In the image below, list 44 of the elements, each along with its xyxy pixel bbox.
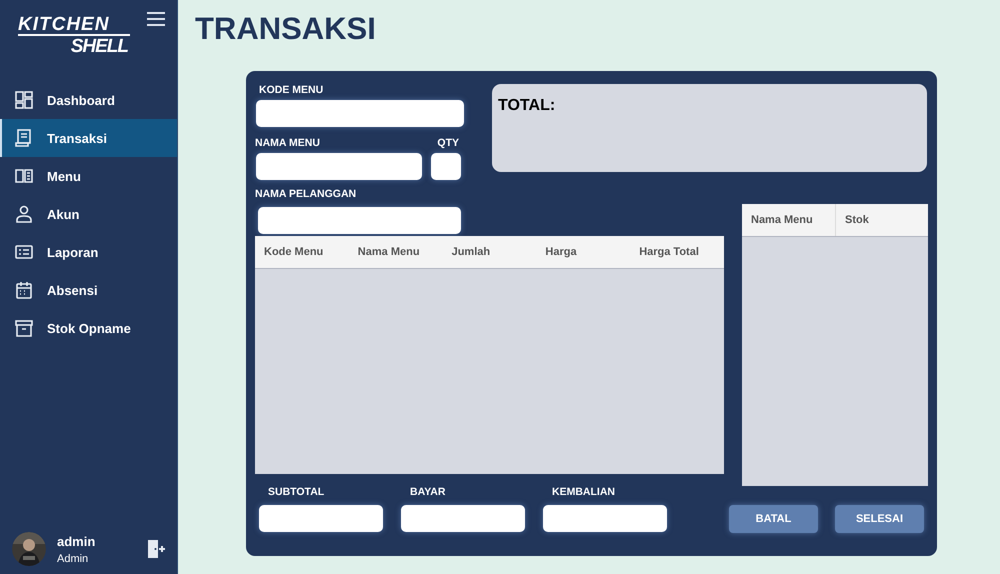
user-name: admin xyxy=(57,534,96,548)
nav-item[interactable]: Dashboard xyxy=(0,81,177,119)
nav-item[interactable]: Laporan xyxy=(0,233,177,271)
summary-field[interactable] xyxy=(543,505,667,532)
column-header: Nama Menu xyxy=(742,204,836,236)
action-button[interactable]: BATAL xyxy=(729,505,818,533)
nama-menu-field[interactable] xyxy=(256,153,422,180)
field-label: QTY xyxy=(437,137,459,150)
menu-icon[interactable] xyxy=(147,12,165,26)
column-header: Kode Menu xyxy=(263,246,324,258)
report-icon xyxy=(15,243,33,261)
logout-icon[interactable] xyxy=(147,539,165,559)
action-button[interactable]: SELESAI xyxy=(835,505,924,533)
nav-item[interactable]: Transaksi xyxy=(0,119,177,157)
page-title: TRANSAKSI xyxy=(195,12,377,46)
user-icon xyxy=(15,205,33,223)
field-label: KEMBALIAN xyxy=(552,486,616,499)
user-role: Admin xyxy=(57,552,90,564)
book-icon xyxy=(15,167,33,185)
field-label: BAYAR xyxy=(410,486,446,499)
kode-menu-field[interactable] xyxy=(256,100,464,127)
column-header: Harga xyxy=(544,246,578,258)
column-header: Jumlah xyxy=(450,246,492,258)
field-label: NAMA PELANGGAN xyxy=(255,188,358,201)
column-header: Nama Menu xyxy=(356,246,421,258)
column-header: Harga Total xyxy=(638,246,700,258)
nav-item[interactable]: Menu xyxy=(0,157,177,195)
nav-item[interactable]: Akun xyxy=(0,195,177,233)
qty-field[interactable] xyxy=(431,153,461,180)
logo: KITCHEN SHELL xyxy=(18,16,130,59)
dashboard-icon xyxy=(15,91,33,109)
summary-field[interactable] xyxy=(401,505,525,532)
archive-icon xyxy=(15,319,33,337)
column-header: Stok xyxy=(844,213,870,228)
nav-item[interactable]: Stok Opname xyxy=(0,309,177,347)
calendar-icon xyxy=(15,281,33,299)
nav-item[interactable]: Absensi xyxy=(0,271,177,309)
field-label: SUBTOTAL xyxy=(268,486,326,499)
field-label: KODE MENU xyxy=(259,84,324,97)
total-label: TOTAL: xyxy=(498,97,556,114)
nama-pelanggan-field[interactable] xyxy=(258,207,461,234)
summary-field[interactable] xyxy=(259,505,383,532)
field-label: NAMA MENU xyxy=(255,137,320,150)
receipt-icon xyxy=(15,129,33,147)
